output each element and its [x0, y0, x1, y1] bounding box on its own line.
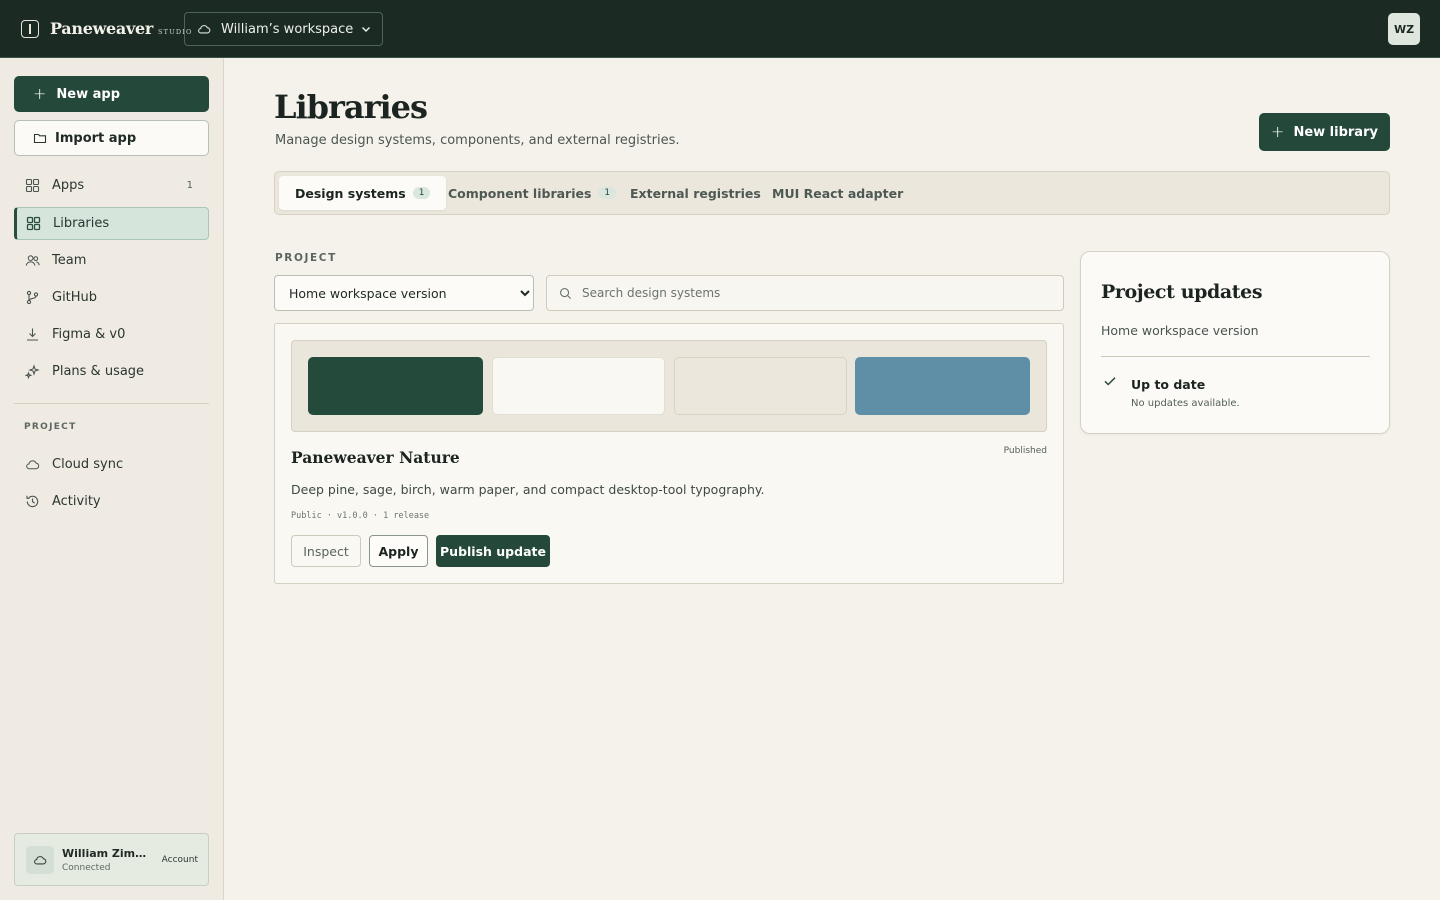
tab-design-systems[interactable]: Design systems 1	[279, 176, 447, 210]
new-app-label: New app	[56, 86, 121, 102]
apps-grid-icon	[25, 178, 40, 193]
tab-count-badge: 1	[412, 187, 431, 199]
search-icon	[560, 287, 572, 299]
page-subtitle: Manage design systems, components, and e…	[275, 133, 680, 148]
user-avatar[interactable]: WZ	[1388, 13, 1420, 45]
sidebar-divider	[14, 403, 209, 404]
new-library-label: New library	[1293, 124, 1378, 140]
sidebar-item-plans[interactable]: Plans & usage	[14, 355, 209, 388]
sidebar-item-activity[interactable]: Activity	[14, 485, 209, 518]
sidebar-item-count: 1	[186, 180, 193, 191]
project-section-label: PROJECT	[24, 422, 77, 432]
chevron-down-icon	[361, 26, 371, 33]
sidebar: + New app Import app Apps 1 Libraries Te…	[0, 58, 224, 900]
cloud-icon	[26, 845, 54, 874]
design-system-name: Paneweaver Nature	[291, 448, 460, 467]
tab-label: External registries	[630, 185, 761, 201]
project-label: PROJECT	[275, 252, 337, 264]
sidebar-item-label: Plans & usage	[52, 364, 145, 379]
sidebar-item-figma[interactable]: Figma & v0	[14, 318, 209, 351]
sidebar-item-label: Figma & v0	[52, 327, 126, 342]
sidebar-item-team[interactable]: Team	[14, 244, 209, 277]
workspace-switcher[interactable]: William’s workspace	[184, 12, 383, 46]
plus-icon: +	[33, 84, 47, 103]
swatch-panel	[291, 340, 1047, 432]
import-app-label: Import app	[55, 130, 137, 146]
sparkles-icon	[25, 364, 40, 379]
updates-divider	[1101, 356, 1370, 357]
account-link[interactable]: Account	[162, 855, 198, 865]
plus-icon: +	[1271, 122, 1285, 141]
color-swatch	[674, 357, 847, 415]
team-icon	[25, 253, 40, 268]
cloud-icon	[198, 25, 211, 34]
history-icon	[25, 494, 40, 509]
apply-button[interactable]: Apply	[369, 535, 428, 567]
folder-icon	[33, 133, 47, 144]
sidebar-item-label: Activity	[52, 494, 101, 509]
updates-title: Project updates	[1101, 281, 1263, 303]
sidebar-item-github[interactable]: GitHub	[14, 281, 209, 314]
project-updates-panel: Project updates Home workspace version U…	[1080, 251, 1390, 434]
design-system-description: Deep pine, sage, birch, warm paper, and …	[291, 482, 765, 497]
libraries-grid-icon	[26, 216, 41, 231]
top-bar: Paneweaver STUDIO William’s workspace WZ	[0, 0, 1440, 58]
library-tabs: Design systems 1 Component libraries 1 E…	[274, 171, 1390, 215]
search-box[interactable]	[546, 275, 1064, 311]
update-detail: No updates available.	[1131, 398, 1240, 409]
color-swatch	[492, 357, 665, 415]
project-select[interactable]: Home workspace version	[274, 275, 534, 311]
download-icon	[25, 327, 40, 342]
color-swatch	[308, 357, 483, 415]
update-status: Up to date	[1131, 377, 1206, 392]
tab-mui-react-adapter[interactable]: MUI React adapter	[756, 176, 919, 210]
sidebar-item-libraries[interactable]: Libraries	[14, 207, 209, 240]
page-title: Libraries	[274, 88, 428, 126]
brand[interactable]: Paneweaver STUDIO	[21, 19, 193, 38]
tab-label: MUI React adapter	[772, 185, 904, 201]
check-icon	[1104, 377, 1116, 386]
design-system-card: Paneweaver Nature Published Deep pine, s…	[274, 323, 1064, 584]
new-library-button[interactable]: + New library	[1259, 113, 1390, 151]
sidebar-item-label: Cloud sync	[52, 457, 124, 472]
publish-status: Published	[1003, 446, 1047, 456]
sidebar-item-label: Libraries	[53, 216, 110, 231]
import-app-button[interactable]: Import app	[14, 120, 209, 156]
design-system-meta: Public · v1.0.0 · 1 release	[291, 511, 430, 521]
account-status: Connected	[62, 862, 111, 873]
tab-label: Design systems	[295, 185, 406, 201]
sidebar-item-label: Apps	[52, 178, 85, 193]
brand-name: Paneweaver	[50, 19, 154, 38]
publish-update-button[interactable]: Publish update	[436, 535, 550, 567]
sidebar-item-label: GitHub	[52, 290, 98, 305]
cloud-icon	[25, 457, 40, 472]
workspace-name: William’s workspace	[221, 21, 354, 37]
git-branch-icon	[25, 290, 40, 305]
tab-label: Component libraries	[448, 185, 592, 201]
updates-project: Home workspace version	[1101, 323, 1259, 338]
search-input[interactable]	[582, 286, 1042, 300]
sidebar-item-cloud-sync[interactable]: Cloud sync	[14, 448, 209, 481]
inspect-button[interactable]: Inspect	[291, 535, 361, 567]
sidebar-item-apps[interactable]: Apps 1	[14, 169, 209, 202]
color-swatch	[855, 357, 1030, 415]
tab-component-libraries[interactable]: Component libraries 1	[432, 176, 632, 210]
sidebar-item-label: Team	[52, 253, 87, 268]
account-card[interactable]: William Zimmerman Connected Account	[14, 833, 209, 886]
brand-logo-icon	[21, 19, 39, 38]
new-app-button[interactable]: + New app	[14, 76, 209, 112]
account-name: William Zimmerman	[62, 846, 157, 860]
tab-external-registries[interactable]: External registries	[614, 176, 777, 210]
